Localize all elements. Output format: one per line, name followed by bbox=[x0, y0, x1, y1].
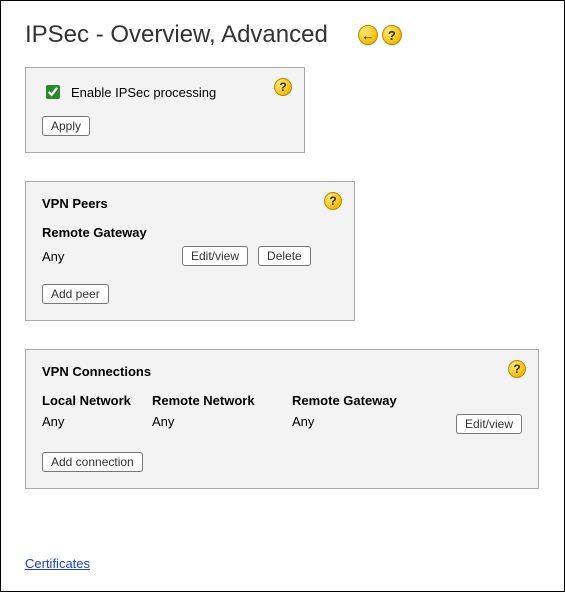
remote-gateway-value: Any bbox=[292, 414, 432, 429]
action-column: Edit/view bbox=[432, 393, 522, 434]
vpn-connections-table: Local Network Any Remote Network Any Rem… bbox=[42, 393, 522, 434]
vpn-peers-table: Remote Gateway Any Edit/view Delete bbox=[42, 225, 338, 266]
back-icon[interactable]: ← bbox=[358, 25, 378, 45]
local-network-header: Local Network bbox=[42, 393, 152, 408]
enable-ipsec-label: Enable IPSec processing bbox=[71, 85, 216, 100]
enable-ipsec-row: Enable IPSec processing bbox=[42, 82, 288, 102]
page-container: IPSec - Overview, Advanced ← ? ? Enable … bbox=[0, 0, 565, 592]
delete-button[interactable]: Delete bbox=[258, 246, 311, 266]
remote-gateway-header: Remote Gateway bbox=[42, 225, 338, 240]
title-row: IPSec - Overview, Advanced ← ? bbox=[25, 21, 540, 49]
add-connection-button[interactable]: Add connection bbox=[42, 452, 143, 472]
vpn-connections-title: VPN Connections bbox=[42, 364, 522, 379]
vpn-connections-panel: ? VPN Connections Local Network Any Remo… bbox=[25, 349, 539, 489]
help-icon[interactable]: ? bbox=[508, 360, 526, 378]
remote-network-column: Remote Network Any bbox=[152, 393, 292, 434]
remote-gateway-column: Remote Gateway Any bbox=[292, 393, 432, 434]
edit-view-button[interactable]: Edit/view bbox=[182, 246, 248, 266]
remote-network-value: Any bbox=[152, 414, 292, 429]
remote-network-header: Remote Network bbox=[152, 393, 292, 408]
remote-gateway-value: Any bbox=[42, 249, 172, 264]
edit-view-button[interactable]: Edit/view bbox=[456, 414, 522, 434]
enable-ipsec-checkbox[interactable] bbox=[46, 85, 60, 99]
help-icon[interactable]: ? bbox=[324, 192, 342, 210]
table-row: Any Edit/view Delete bbox=[42, 246, 338, 266]
vpn-peers-panel: ? VPN Peers Remote Gateway Any Edit/view… bbox=[25, 181, 355, 321]
apply-button[interactable]: Apply bbox=[42, 116, 90, 136]
local-network-column: Local Network Any bbox=[42, 393, 152, 434]
help-icon[interactable]: ? bbox=[274, 78, 292, 96]
remote-gateway-header: Remote Gateway bbox=[292, 393, 432, 408]
vpn-peers-title: VPN Peers bbox=[42, 196, 338, 211]
add-peer-button[interactable]: Add peer bbox=[42, 284, 109, 304]
title-icons: ← ? bbox=[358, 25, 402, 45]
certificates-link[interactable]: Certificates bbox=[25, 556, 90, 571]
local-network-value: Any bbox=[42, 414, 152, 429]
action-header-spacer bbox=[518, 393, 522, 408]
help-icon[interactable]: ? bbox=[382, 25, 402, 45]
enable-ipsec-panel: ? Enable IPSec processing Apply bbox=[25, 67, 305, 153]
page-title: IPSec - Overview, Advanced bbox=[25, 21, 328, 49]
